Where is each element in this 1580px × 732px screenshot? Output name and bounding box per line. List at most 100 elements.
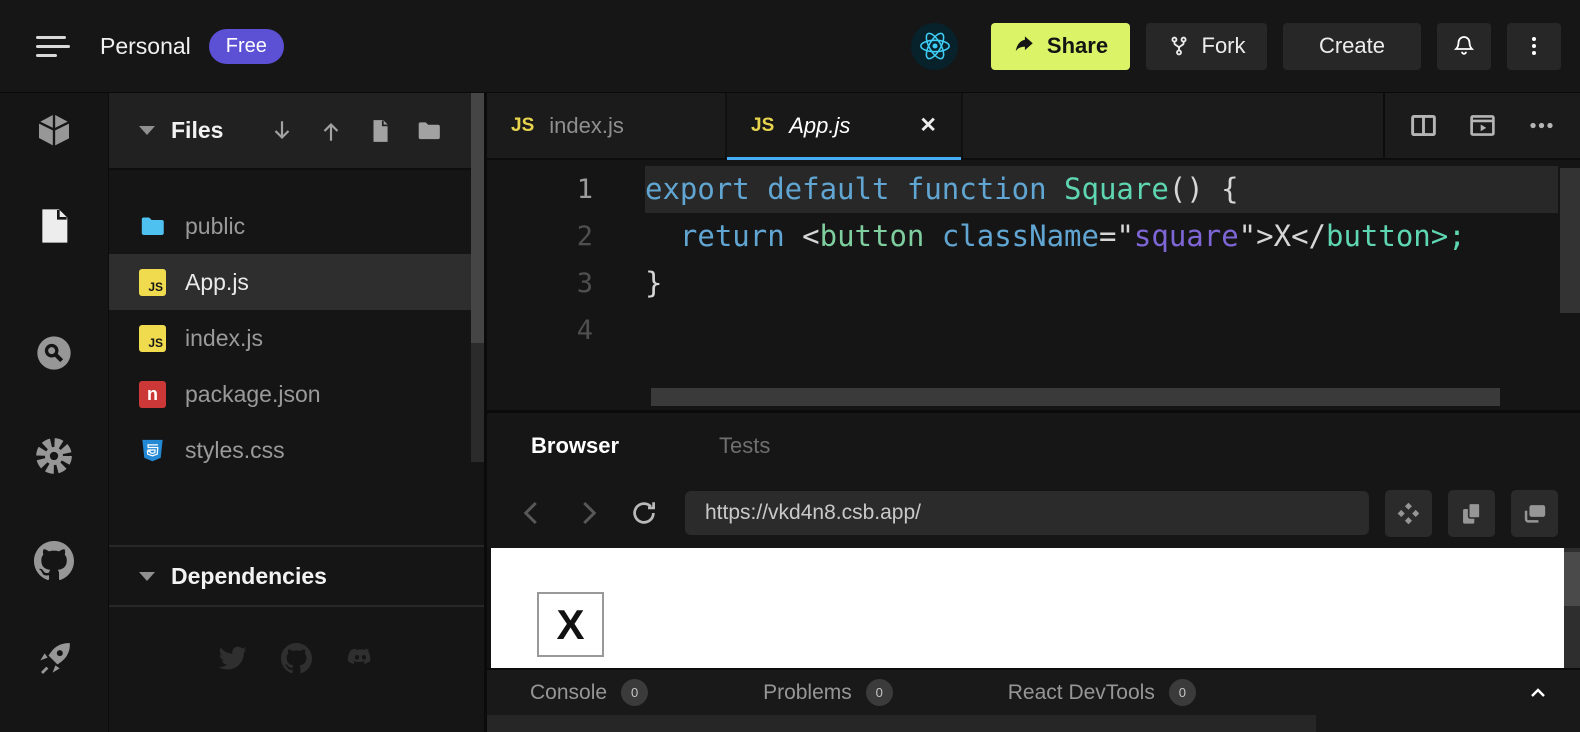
code-editor[interactable]: 1export default function Square() {2 ret… — [487, 160, 1580, 410]
editor-tabbar: JS index.js JS App.js ✕ — [487, 93, 1580, 160]
notifications-button[interactable] — [1437, 23, 1491, 70]
console-tab-react-devtools[interactable]: React DevTools 0 — [1008, 679, 1196, 706]
search-icon[interactable] — [34, 333, 74, 373]
files-actions — [269, 118, 442, 144]
preview-scrollbar[interactable] — [1564, 548, 1580, 668]
more-options-button[interactable] — [1507, 23, 1561, 70]
line-number: 4 — [487, 307, 645, 354]
share-button[interactable]: Share — [991, 23, 1130, 70]
dependencies-section-header[interactable]: Dependencies — [109, 545, 484, 607]
files-scrollbar[interactable] — [471, 93, 484, 462]
file-row-public[interactable]: public — [109, 198, 484, 254]
refresh-icon[interactable] — [629, 498, 659, 528]
console-bar: Console0 Problems0 React DevTools 0 — [487, 668, 1580, 715]
line-number: 2 — [487, 213, 645, 260]
back-icon[interactable] — [517, 498, 547, 528]
chevron-up-icon[interactable] — [1526, 681, 1550, 705]
bottom-scrollbar — [487, 715, 1580, 732]
new-folder-icon[interactable] — [416, 118, 442, 144]
file-row-package-json[interactable]: n package.json — [109, 366, 484, 422]
code-line-4[interactable]: 4 — [487, 307, 1580, 354]
fork-button[interactable]: Fork — [1146, 23, 1267, 70]
copy-url-button[interactable] — [1448, 490, 1495, 537]
create-button[interactable]: Create — [1283, 23, 1421, 70]
browser-panel-tabs: Browser Tests — [487, 413, 1580, 478]
count-badge: 0 — [1169, 679, 1196, 706]
console-tab-console[interactable]: Console0 — [530, 679, 648, 706]
twitter-icon[interactable] — [217, 643, 248, 674]
more-horizontal-icon[interactable] — [1527, 111, 1556, 140]
upload-icon[interactable] — [318, 118, 344, 144]
npm-file-icon: n — [139, 381, 166, 408]
code-lines: 1export default function Square() {2 ret… — [487, 166, 1580, 354]
file-name: public — [185, 213, 245, 240]
code-line-2[interactable]: 2 return <button className="square">X</b… — [487, 213, 1580, 260]
file-name: package.json — [185, 381, 321, 408]
count-badge: 0 — [621, 679, 648, 706]
activity-rail — [0, 93, 108, 732]
line-number: 3 — [487, 260, 645, 307]
console-tab-problems[interactable]: Problems0 — [763, 679, 893, 706]
tab-label: App.js — [789, 113, 850, 139]
chevron-down-icon — [139, 572, 155, 581]
tab-browser[interactable]: Browser — [531, 433, 619, 459]
editor-horizontal-scrollbar[interactable] — [651, 388, 1500, 406]
url-input[interactable] — [685, 491, 1369, 535]
tab-tests[interactable]: Tests — [719, 433, 770, 459]
file-name: index.js — [185, 325, 263, 352]
hamburger-menu-icon[interactable] — [36, 27, 74, 65]
github-icon[interactable] — [34, 541, 74, 581]
js-file-icon: JS — [139, 325, 166, 352]
files-section-header[interactable]: Files — [109, 93, 484, 170]
editor-column: JS index.js JS App.js ✕ 1export default … — [487, 93, 1580, 732]
line-content — [645, 307, 1558, 354]
folder-icon — [139, 213, 166, 240]
download-icon[interactable] — [269, 118, 295, 144]
create-label: Create — [1319, 33, 1385, 59]
console-tab-label: React DevTools — [1008, 681, 1155, 705]
tab-label: index.js — [549, 113, 624, 139]
tab-index-js[interactable]: JS index.js — [487, 93, 727, 158]
main-area: Files publicJSApp.jsJSindex.jsnpackage.j… — [0, 93, 1580, 732]
share-arrow-icon — [1013, 35, 1035, 57]
file-row-app-js[interactable]: JSApp.js — [109, 254, 484, 310]
new-file-icon[interactable] — [367, 118, 393, 144]
js-icon: JS — [751, 115, 774, 137]
forward-icon[interactable] — [573, 498, 603, 528]
codesandbox-app: Personal Free Share Fork Create — [0, 0, 1580, 732]
fork-label: Fork — [1202, 33, 1246, 59]
sandbox-cube-icon[interactable] — [34, 111, 74, 151]
react-logo-icon — [911, 23, 958, 70]
code-line-1[interactable]: 1export default function Square() { — [487, 166, 1580, 213]
files-panel: Files public JSApp.js JS index.js n package.j… — [108, 93, 487, 732]
close-tab-icon[interactable]: ✕ — [919, 113, 937, 138]
editor-actions — [1383, 93, 1580, 158]
split-view-icon[interactable] — [1409, 111, 1438, 140]
js-icon: JS — [511, 115, 534, 137]
explorer-file-icon[interactable] — [34, 206, 74, 246]
count-badge: 0 — [866, 679, 893, 706]
chevron-down-icon — [139, 126, 155, 135]
files-scrollbar-thumb[interactable] — [471, 93, 484, 343]
preview-pane-icon[interactable] — [1468, 111, 1497, 140]
top-header: Personal Free Share Fork Create — [0, 0, 1580, 93]
code-line-3[interactable]: 3} — [487, 260, 1580, 307]
social-links — [109, 643, 484, 674]
line-content: } — [645, 260, 1558, 307]
deploy-rocket-icon[interactable] — [34, 639, 74, 679]
preview-scrollbar-thumb[interactable] — [1564, 552, 1580, 606]
editor-vertical-scrollbar[interactable] — [1560, 168, 1580, 313]
file-row-index-js[interactable]: JS index.js — [109, 310, 484, 366]
github-link-icon[interactable] — [281, 643, 312, 674]
square-button[interactable]: X — [537, 592, 604, 657]
settings-gear-icon[interactable] — [34, 436, 74, 476]
line-content: export default function Square() { — [645, 166, 1558, 213]
responsive-mode-button[interactable] — [1385, 490, 1432, 537]
file-row-styles-css[interactable]: styles.css — [109, 422, 484, 478]
workspace-name: Personal — [100, 33, 191, 60]
bottom-scrollbar-thumb[interactable] — [487, 715, 1316, 732]
discord-icon[interactable] — [345, 643, 376, 674]
file-list: public JSApp.js JS index.js n package.json sty… — [109, 170, 484, 478]
tab-app-js[interactable]: JS App.js ✕ — [727, 93, 963, 158]
open-in-new-window-button[interactable] — [1511, 490, 1558, 537]
